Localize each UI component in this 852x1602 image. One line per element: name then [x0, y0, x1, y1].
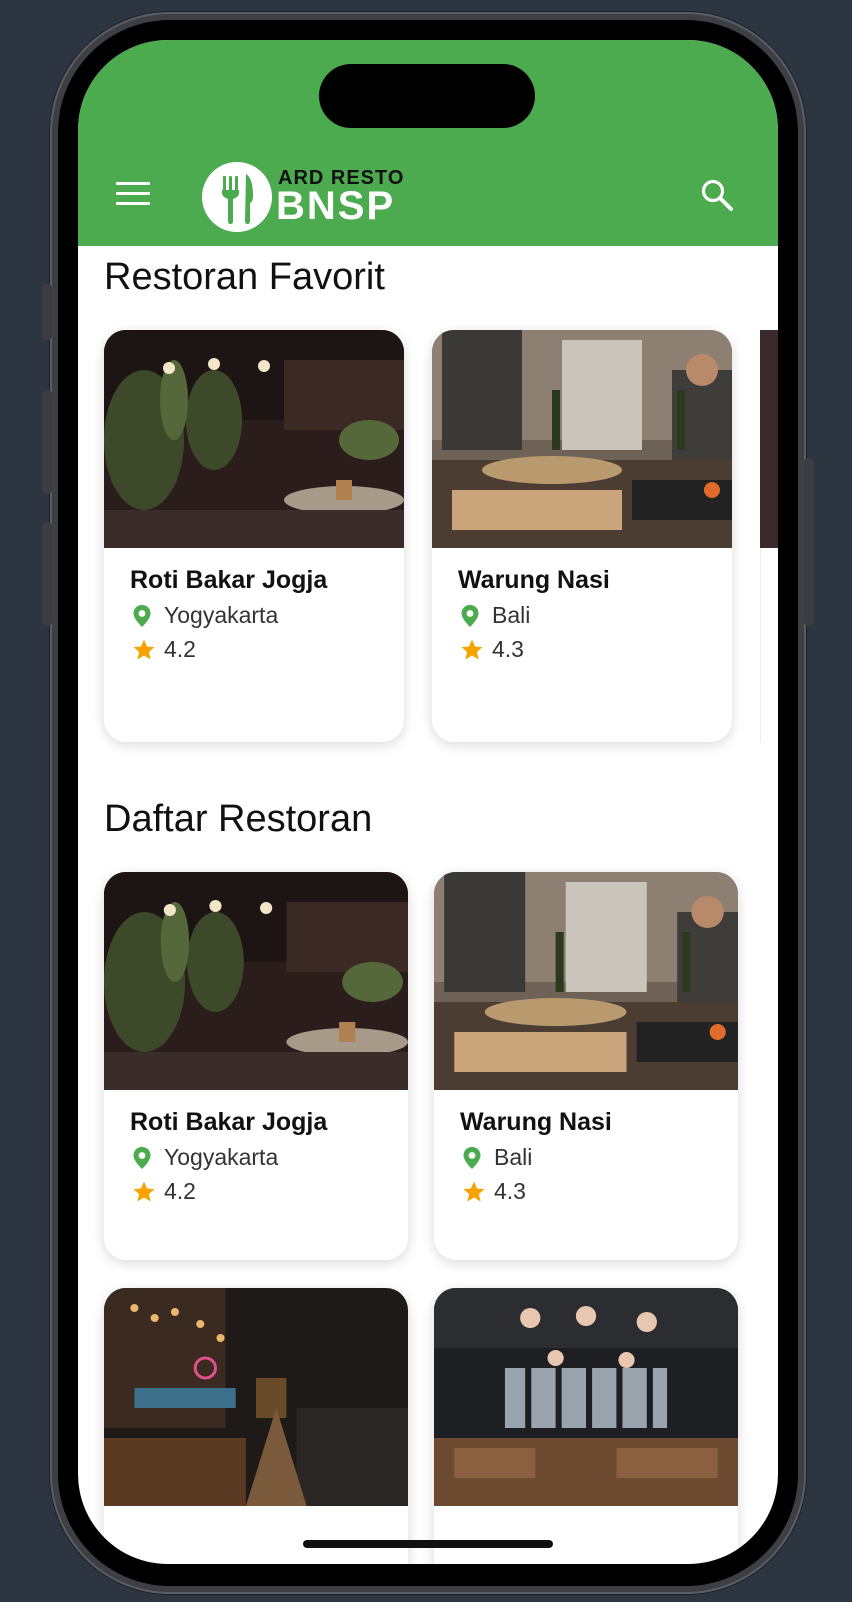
fork-knife-icon	[202, 162, 272, 232]
restaurant-name: Roti Bakar Jogja	[130, 566, 328, 594]
restaurant-card[interactable]: Roti Bakar Jogja Yogyakarta 4.2	[104, 872, 408, 1260]
favorite-card-peek[interactable]	[760, 330, 778, 752]
phone-volume-down-button	[42, 522, 52, 626]
phone-action-button	[42, 284, 52, 340]
restaurant-city: Bali	[492, 602, 531, 628]
rating-value: 4.2	[164, 636, 196, 662]
restaurant-photo	[104, 1288, 408, 1506]
location-pin-icon	[133, 1147, 151, 1169]
rating-value: 4.3	[494, 1178, 526, 1204]
location-pin-icon	[133, 605, 151, 627]
rating-value: 4.2	[164, 1178, 196, 1204]
star-icon	[133, 639, 155, 660]
restaurant-photo	[434, 1288, 738, 1506]
restaurant-list-heading: Daftar Restoran	[104, 798, 373, 840]
home-indicator	[303, 1540, 553, 1548]
star-icon	[133, 1181, 155, 1202]
menu-icon[interactable]	[116, 182, 150, 208]
restaurant-name: Warung Nasi	[460, 1108, 612, 1136]
restaurant-photo	[432, 330, 732, 548]
restaurant-card[interactable]	[104, 1288, 408, 1564]
location-pin-icon	[461, 605, 479, 627]
favorite-card[interactable]: Warung Nasi Bali 4.3	[432, 330, 732, 742]
restaurant-city: Bali	[494, 1144, 533, 1170]
star-icon	[461, 639, 483, 660]
favorite-card[interactable]: Roti Bakar Jogja Yogyakarta 4.2	[104, 330, 404, 742]
dynamic-island	[319, 64, 535, 128]
search-icon[interactable]	[700, 178, 734, 212]
rating-value: 4.3	[492, 636, 524, 662]
restaurant-photo	[104, 872, 408, 1090]
restaurant-city: Yogyakarta	[164, 1144, 279, 1170]
restaurant-name: Roti Bakar Jogja	[130, 1108, 328, 1136]
restaurant-card[interactable]: Warung Nasi Bali 4.3	[434, 872, 738, 1260]
location-pin-icon	[463, 1147, 481, 1169]
favorites-heading: Restoran Favorit	[104, 256, 385, 298]
phone-power-button	[804, 458, 814, 626]
app-screen: ARD RESTO BNSP Restoran Favorit Roti Bak…	[78, 40, 778, 1564]
restaurant-card[interactable]	[434, 1288, 738, 1564]
phone-volume-up-button	[42, 390, 52, 494]
content-scroll[interactable]: Restoran Favorit Roti Bakar Jogja Yogyak…	[78, 246, 778, 1564]
logo-title: BNSP	[276, 184, 396, 228]
app-logo: ARD RESTO BNSP	[202, 162, 412, 236]
restaurant-photo	[104, 330, 404, 548]
star-icon	[463, 1181, 485, 1202]
restaurant-name: Warung Nasi	[458, 566, 610, 594]
restaurant-photo	[434, 872, 738, 1090]
restaurant-city: Yogyakarta	[164, 602, 279, 628]
